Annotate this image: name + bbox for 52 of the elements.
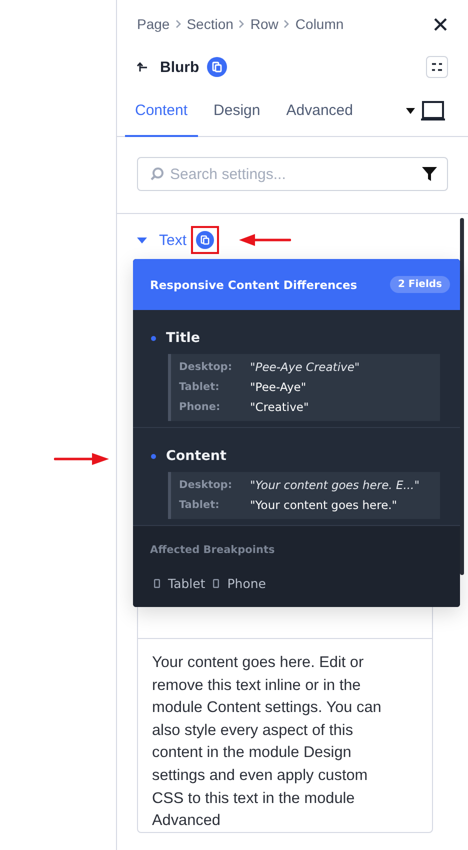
responsive-icon[interactable]	[207, 57, 228, 77]
scrollbar[interactable]	[460, 218, 464, 575]
breakpoint-label: Tablet	[168, 576, 206, 591]
field-name: Content	[166, 448, 226, 464]
chevron-icon	[283, 19, 290, 29]
bullet-icon	[151, 336, 156, 340]
sliders-icon	[431, 62, 443, 72]
caret-icon[interactable]	[406, 108, 415, 114]
device-icon	[154, 579, 160, 588]
search-bar[interactable]: Search settings...	[137, 157, 448, 191]
desktop-icon[interactable]	[421, 101, 445, 121]
breadcrumb-link[interactable]: Section	[186, 16, 234, 32]
filter-button[interactable]	[422, 167, 437, 181]
caret-icon	[137, 236, 147, 244]
filter-icon	[422, 167, 437, 181]
tab[interactable]: Content	[125, 86, 198, 137]
close-icon	[433, 16, 448, 32]
device-label: Desktop:	[179, 360, 234, 375]
search-input[interactable]: Search settings...	[170, 166, 416, 182]
responsive-icon[interactable]	[196, 231, 214, 249]
chevron-icon	[238, 19, 246, 29]
back-icon[interactable]	[137, 62, 148, 72]
field-count-badge: 2 Fields	[390, 276, 450, 293]
chevron-icon	[174, 19, 182, 29]
field-name: Title	[166, 330, 200, 346]
breakpoint-label: Phone	[227, 576, 266, 591]
device-label: Phone:	[179, 400, 222, 415]
group-toggle[interactable]: Text	[137, 232, 187, 248]
device-label: Tablet:	[179, 380, 220, 395]
breadcrumb-link[interactable]: Page	[137, 16, 170, 32]
field-value: "Creative"	[250, 399, 310, 416]
search-icon	[150, 167, 164, 181]
field-value: "Your content goes here."	[250, 497, 398, 514]
device-label: Desktop:	[179, 478, 234, 493]
tab[interactable]: Advanced	[276, 86, 363, 137]
bullet-icon	[151, 454, 156, 458]
breadcrumb-link[interactable]: Column	[295, 16, 344, 32]
module-title: Blurb	[160, 58, 200, 76]
close-button[interactable]	[433, 16, 448, 32]
device-icon	[213, 579, 220, 588]
editor-text: Your content goes here. Edit or remove this text inline or in the module Content settings. You can also style every aspect of this content in the module Design settings and even apply custom CSS to this text in the module Advanced	[151, 653, 382, 832]
field-value: "Pee-Aye"	[250, 379, 308, 396]
device-label: Tablet:	[179, 498, 220, 513]
footer-title: Affected Breakpoints	[150, 544, 276, 556]
tooltip-title: Responsive Content Differences	[150, 278, 358, 292]
layout-button[interactable]	[426, 56, 448, 78]
breadcrumb-link[interactable]: Row	[250, 16, 278, 32]
field-value: "Your content goes here. E..."	[250, 477, 421, 494]
tab[interactable]: Design	[204, 86, 270, 137]
annotation-arrow	[238, 234, 291, 246]
field-value: "Pee-Aye Creative"	[250, 359, 361, 376]
annotation-arrow	[54, 452, 110, 466]
